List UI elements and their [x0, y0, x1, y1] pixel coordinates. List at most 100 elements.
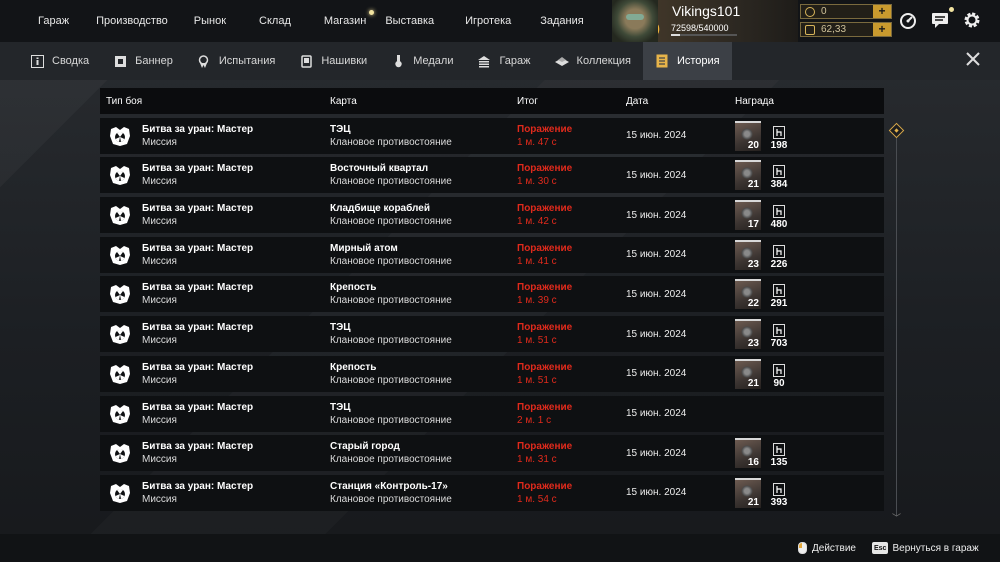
tab-patches[interactable]: Нашивки: [287, 42, 379, 80]
map-mode: Клановое противостояние: [330, 216, 452, 228]
table-header: Тип боя Карта Итог Дата Награда: [100, 88, 884, 114]
cell-reward: 16 135: [735, 438, 884, 469]
topnav-label: Склад: [259, 15, 291, 27]
gear-icon[interactable]: [962, 10, 982, 30]
reward-item: 23: [735, 319, 761, 350]
player-profile[interactable]: Vikings101 30 72598/540000: [612, 0, 798, 42]
close-icon[interactable]: [964, 50, 982, 68]
cell-date: 15 июн. 2024: [626, 170, 735, 181]
cell-date: 15 июн. 2024: [626, 368, 735, 379]
cell-reward: 21 90: [735, 358, 884, 389]
battle-kind: Миссия: [142, 176, 177, 188]
map-mode: Клановое противостояние: [330, 136, 452, 148]
scrollbar-thumb[interactable]: [888, 122, 905, 139]
table-row[interactable]: Битва за уран: Мастер Миссия Мирный атом Кл…: [100, 236, 884, 273]
topnav-tasks[interactable]: Задания: [524, 0, 596, 42]
battle-duration: 1 м. 47 с: [517, 136, 557, 148]
tab-collection[interactable]: Коллекция: [543, 42, 643, 80]
table-row[interactable]: Битва за уран: Мастер Миссия ТЭЦ Клановое п…: [100, 395, 884, 432]
banner-icon: [113, 54, 127, 68]
add-gold-button[interactable]: +: [873, 5, 891, 18]
topnav-production[interactable]: Производство: [82, 0, 181, 42]
back-to-garage-button[interactable]: Esc Вернуться в гараж: [872, 542, 979, 554]
reward-points-count: 135: [770, 457, 788, 469]
header-reward: Награда: [735, 95, 774, 107]
topnav-exhibition[interactable]: Выставка: [379, 0, 447, 42]
table-row[interactable]: Битва за уран: Мастер Миссия Крепость Клано…: [100, 355, 884, 392]
battle-result: Поражение: [517, 242, 573, 254]
battle-kind: Миссия: [142, 493, 177, 505]
action-hint[interactable]: Действие: [798, 542, 856, 554]
battle-kind: Миссия: [142, 136, 177, 148]
garage-icon: [477, 54, 491, 68]
table-row[interactable]: Битва за уран: Мастер Миссия Кладбище кора…: [100, 197, 884, 234]
xp-text: 72598/540000: [671, 23, 729, 33]
cell-result: Поражение 1 м. 31 с: [517, 440, 626, 466]
reward-cell: 16 135: [735, 438, 884, 469]
reward-points-count: 291: [770, 298, 788, 310]
silver-amount: 62,33: [821, 24, 847, 35]
topnav-game-library[interactable]: Игротека: [447, 0, 524, 42]
cell-battle-type: Битва за уран: Мастер Миссия: [100, 440, 330, 466]
battle-result: Поражение: [517, 480, 573, 492]
table-row[interactable]: Битва за уран: Мастер Миссия Крепость Клано…: [100, 276, 884, 313]
reward-points: 393: [768, 482, 790, 508]
header-map: Карта: [330, 95, 357, 107]
speedometer-icon[interactable]: [898, 10, 918, 30]
table-row[interactable]: Битва за уран: Мастер Миссия Восточный ква…: [100, 157, 884, 194]
topnav-storage[interactable]: Склад: [239, 0, 311, 42]
cell-reward: 23 703: [735, 319, 884, 350]
uranium-mode-icon: [108, 442, 132, 464]
map-mode: Клановое противостояние: [330, 414, 452, 426]
tab-garage[interactable]: Гараж: [465, 42, 542, 80]
map-name: Старый город: [330, 441, 400, 453]
tab-history[interactable]: История: [642, 42, 732, 80]
cell-map: Восточный квартал Клановое противостояние: [330, 162, 517, 188]
points-icon: [773, 482, 785, 496]
chevron-down-icon[interactable]: ﹀: [892, 511, 901, 524]
map-mode: Клановое противостояние: [330, 374, 452, 386]
topnav-garage[interactable]: Гараж: [0, 0, 82, 42]
table-row[interactable]: Битва за уран: Мастер Миссия Станция «Конт…: [100, 474, 884, 511]
tab-challenges[interactable]: Испытания: [185, 42, 287, 80]
reward-item: 22: [735, 279, 761, 310]
uranium-mode-icon: [108, 204, 132, 226]
table-row[interactable]: Битва за уран: Мастер Миссия Старый город К…: [100, 435, 884, 472]
profile-info: Vikings101 30 72598/540000: [641, 3, 740, 40]
cell-result: Поражение 1 м. 51 с: [517, 361, 626, 387]
scrollbar[interactable]: ﹀: [888, 118, 905, 524]
reward-cell: 23 703: [735, 319, 884, 350]
table-row[interactable]: Битва за уран: Мастер Миссия ТЭЦ Клановое п…: [100, 117, 884, 154]
reward-points: 90: [768, 363, 790, 389]
scrollbar-track: [896, 136, 897, 516]
reward-points-count: 90: [773, 377, 785, 389]
topnav-label: Игротека: [465, 15, 512, 27]
table-row[interactable]: Битва за уран: Мастер Миссия ТЭЦ Клановое п…: [100, 316, 884, 353]
gold-coin-icon: [805, 6, 815, 17]
header-battle-type: Тип боя: [106, 95, 143, 107]
map-mode: Клановое противостояние: [330, 493, 452, 505]
tab-label: Нашивки: [321, 55, 368, 67]
xp-block: 72598/540000: [671, 23, 737, 36]
tab-medals[interactable]: Медали: [379, 42, 465, 80]
map-name: ТЭЦ: [330, 401, 351, 413]
topnav-shop[interactable]: Магазин: [311, 0, 379, 42]
tab-summary[interactable]: Сводка: [18, 42, 101, 80]
battle-date: 15 июн. 2024: [626, 130, 687, 142]
reward-cell: 21 90: [735, 358, 884, 389]
topnav-market[interactable]: Рынок: [181, 0, 239, 42]
map-mode: Клановое противостояние: [330, 454, 452, 466]
tab-banner[interactable]: Баннер: [101, 42, 185, 80]
chat-icon[interactable]: [930, 7, 954, 30]
uranium-mode-icon: [108, 323, 132, 345]
cell-date: 15 июн. 2024: [626, 448, 735, 459]
battle-date: 15 июн. 2024: [626, 447, 687, 459]
top-nav: Гараж Производство Рынок Склад Магазин В…: [0, 0, 597, 42]
uranium-mode-icon: [108, 403, 132, 425]
reward-points-count: 226: [770, 258, 788, 270]
add-silver-button[interactable]: +: [873, 23, 891, 36]
reward-points: 384: [768, 165, 790, 190]
reward-cell: 17 480: [735, 200, 884, 231]
map-name: Мирный атом: [330, 242, 398, 254]
reward-points-count: 703: [770, 338, 788, 350]
